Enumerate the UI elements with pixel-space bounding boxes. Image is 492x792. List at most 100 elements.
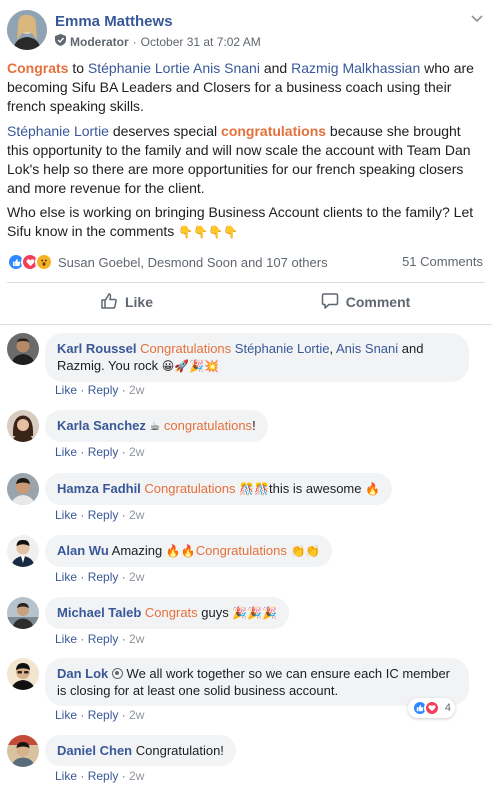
party-popper-emoji: 🎉🎉🎉 xyxy=(232,606,278,620)
comment-bubble: Karla Sanchez ☕ congratulations! xyxy=(45,410,268,442)
moderator-badge-icon xyxy=(111,668,123,679)
post-paragraph-1: Congrats to Stéphanie Lortie Anis Snani … xyxy=(7,59,485,116)
post-options-chevron-icon[interactable] xyxy=(471,12,483,26)
comment-time[interactable]: 2w xyxy=(129,708,144,722)
commenter-avatar[interactable] xyxy=(7,597,39,629)
commenter-avatar[interactable] xyxy=(7,535,39,567)
mention-anis[interactable]: Anis Snani xyxy=(193,60,260,76)
post-paragraph-2: Stéphanie Lortie deserves special congra… xyxy=(7,122,485,198)
comment-actions: Like · Reply · 2w xyxy=(55,570,145,584)
text: Congratulation! xyxy=(135,743,224,758)
post-timestamp[interactable]: October 31 at 7:02 AM xyxy=(141,35,261,49)
love-reaction-icon xyxy=(423,700,440,716)
mention-stephanie[interactable]: Stéphanie Lortie xyxy=(7,123,109,139)
comment-reply-link[interactable]: Reply xyxy=(88,769,119,783)
comment-like-link[interactable]: Like xyxy=(55,508,77,522)
fire-emoji: 🔥 xyxy=(365,482,381,496)
commenter-name[interactable]: Karla Sanchez xyxy=(57,418,146,433)
comment-actions: Like · Reply · 2w xyxy=(55,708,145,722)
mention-razmig[interactable]: Razmig Malkhassian xyxy=(291,60,420,76)
author-name[interactable]: Emma Matthews xyxy=(55,13,173,30)
text: Who else is working on bringing Business… xyxy=(7,204,474,239)
post-header: Emma Matthews Moderator · October 31 at … xyxy=(7,10,485,52)
reaction-icons[interactable] xyxy=(7,253,53,271)
comment-emoji: 😀🚀🎉💥 xyxy=(161,359,220,373)
comment-reactions[interactable]: 4 xyxy=(407,698,455,718)
comment-time[interactable]: 2w xyxy=(129,570,144,584)
commenter-avatar[interactable] xyxy=(7,658,39,690)
reactions-summary[interactable]: Susan Goebel, Desmond Soon and 107 other… xyxy=(58,255,328,270)
mention-anis[interactable]: Anis Snani xyxy=(336,341,398,356)
commenter-name[interactable]: Michael Taleb xyxy=(57,605,141,620)
comment-like-link[interactable]: Like xyxy=(55,708,77,722)
like-button[interactable]: Like xyxy=(7,283,246,321)
comment-time[interactable]: 2w xyxy=(129,383,144,397)
comment-like-link[interactable]: Like xyxy=(55,632,77,646)
commenter-avatar[interactable] xyxy=(7,735,39,767)
hashtag-congratulations[interactable]: Congratulations xyxy=(140,341,231,356)
comment-actions: Like · Reply · 2w xyxy=(55,445,145,459)
thumbs-up-icon xyxy=(100,292,118,313)
commenter-avatar[interactable] xyxy=(7,333,39,365)
comment-time[interactable]: 2w xyxy=(129,632,144,646)
comment-actions: Like · Reply · 2w xyxy=(55,632,145,646)
comment-like-link[interactable]: Like xyxy=(55,445,77,459)
comment-button[interactable]: Comment xyxy=(246,283,485,321)
comment-label: Comment xyxy=(345,294,411,310)
comment-like-link[interactable]: Like xyxy=(55,769,77,783)
commenter-avatar[interactable] xyxy=(7,473,39,505)
meta-separator: · xyxy=(132,34,137,49)
reactions-bar: Susan Goebel, Desmond Soon and 107 other… xyxy=(7,251,485,273)
moderator-shield-icon xyxy=(55,34,66,49)
text: to xyxy=(68,60,88,76)
comment-bubble: Hamza Fadhil Congratulations 🎊🎊this is a… xyxy=(45,473,393,505)
post-paragraph-3: Who else is working on bringing Business… xyxy=(7,203,485,242)
clap-emoji: 👏👏 xyxy=(290,544,321,558)
comment-reply-link[interactable]: Reply xyxy=(88,708,119,722)
comment-reaction-count: 4 xyxy=(444,702,451,714)
commenter-name[interactable]: Alan Wu xyxy=(57,543,109,558)
mention-stephanie[interactable]: Stéphanie Lortie xyxy=(88,60,190,76)
comment-reply-link[interactable]: Reply xyxy=(88,383,119,397)
hashtag-congratulations[interactable]: congratulations xyxy=(164,418,252,433)
comment-bubble: Daniel Chen Congratulation! xyxy=(45,735,236,766)
author-avatar[interactable] xyxy=(7,10,47,50)
comment-bubble: Dan Lok We all work together so we can e… xyxy=(45,658,469,706)
comment-reply-link[interactable]: Reply xyxy=(88,445,119,459)
comment-actions: Like · Reply · 2w xyxy=(55,383,145,397)
text: deserves special xyxy=(108,123,222,139)
pointing-down-emoji: 👇👇👇👇 xyxy=(178,225,238,239)
commenter-name[interactable]: Dan Lok xyxy=(57,666,108,681)
comment-actions: Like · Reply · 2w xyxy=(55,769,145,783)
comment-time[interactable]: 2w xyxy=(129,445,144,459)
comment-reply-link[interactable]: Reply xyxy=(88,570,119,584)
text: this is awesome xyxy=(269,481,366,496)
mention-stephanie[interactable]: Stéphanie Lortie xyxy=(235,341,330,356)
commenter-name[interactable]: Karl Roussel xyxy=(57,341,136,356)
comment-time[interactable]: 2w xyxy=(129,508,144,522)
role-label: Moderator xyxy=(70,34,129,49)
comment-reply-link[interactable]: Reply xyxy=(88,508,119,522)
comment-reply-link[interactable]: Reply xyxy=(88,632,119,646)
text: guys xyxy=(197,605,233,620)
comment-bubble-icon xyxy=(321,292,339,313)
text: and xyxy=(259,60,292,76)
text: ! xyxy=(252,418,256,433)
hashtag-congrats[interactable]: Congrats xyxy=(145,605,198,620)
comment-like-link[interactable]: Like xyxy=(55,383,77,397)
comment-like-link[interactable]: Like xyxy=(55,570,77,584)
wow-reaction-icon xyxy=(35,253,53,271)
hashtag-congratulations[interactable]: Congratulations xyxy=(144,481,235,496)
fire-emoji: 🔥🔥 xyxy=(165,544,196,558)
comment-time[interactable]: 2w xyxy=(129,769,144,783)
comments-count[interactable]: 51 Comments xyxy=(402,254,483,269)
hashtag-congratulations[interactable]: Congratulations xyxy=(196,543,287,558)
commenter-avatar[interactable] xyxy=(7,410,39,442)
hashtag-congrats[interactable]: Congrats xyxy=(7,60,68,76)
commenter-name[interactable]: Hamza Fadhil xyxy=(57,481,141,496)
hashtag-congratulations[interactable]: congratulations xyxy=(221,123,326,139)
commenter-name[interactable]: Daniel Chen xyxy=(57,743,132,758)
coffee-emoji: ☕ xyxy=(149,419,161,433)
comment-bubble: Alan Wu Amazing 🔥🔥Congratulations 👏👏 xyxy=(45,535,333,567)
comment-bubble: Michael Taleb Congrats guys 🎉🎉🎉 xyxy=(45,597,290,629)
